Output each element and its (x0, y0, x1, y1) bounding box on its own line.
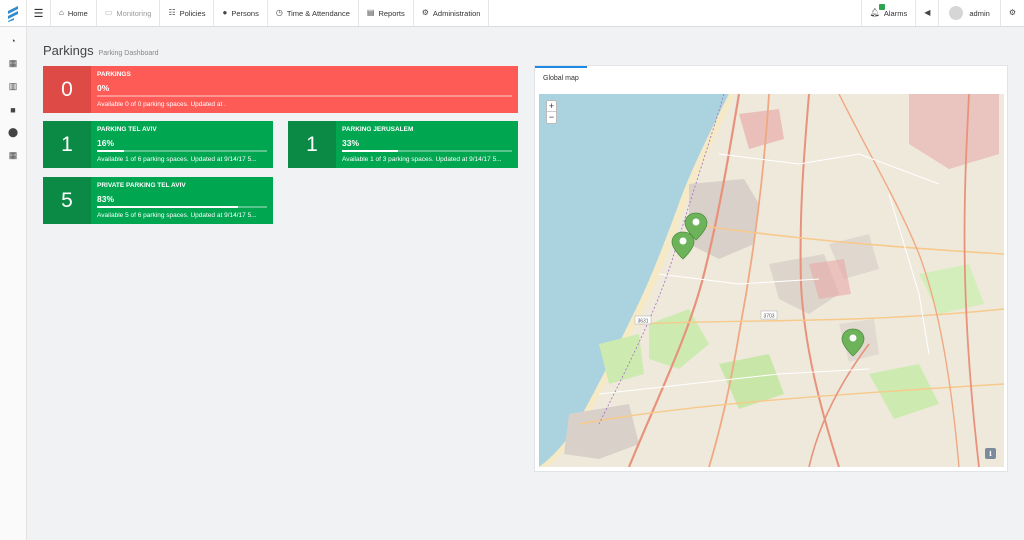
tile-body: PARKING TEL AVIV 16% Available 1 of 6 pa… (91, 121, 273, 168)
nav-administration-label: Administration (432, 8, 481, 18)
parking-tile-jerusalem[interactable]: 1 PARKING JERUSALEM 33% Available 1 of 3… (288, 121, 518, 168)
grid-icon: ▦ (8, 150, 18, 160)
left-sidebar: ◔ ▦ ▥ ■ ⬤ ▦ (0, 27, 27, 540)
hamburger-menu-button[interactable]: ☰ (27, 0, 51, 26)
nav-time-attendance-label: Time & Attendance (286, 8, 350, 18)
map-icon: ▥ (8, 81, 18, 91)
nav-reports-label: Reports (378, 8, 405, 18)
tile-progress-bar (97, 95, 512, 97)
nav-monitoring[interactable]: ▭ Monitoring (97, 0, 161, 26)
tile-description: Available 1 of 3 parking spaces. Updated… (342, 156, 502, 163)
page-subtitle: Parking Dashboard (98, 50, 159, 57)
app-logo[interactable] (0, 0, 27, 27)
announcements-button[interactable]: ◀ (915, 0, 938, 26)
tile-description: Available 1 of 6 parking spaces. Updated… (97, 156, 257, 163)
tile-title: PARKING JERUSALEM (342, 126, 414, 133)
map-info-button[interactable]: i (985, 448, 996, 459)
sidebar-item-location[interactable]: ⬤ (0, 121, 26, 144)
cogs-icon: ⚙ (1008, 8, 1016, 17)
sidebar-item-floorplan[interactable]: ▦ (0, 52, 26, 75)
tile-description: Available 0 of 0 parking spaces. Updated… (97, 101, 226, 108)
sidebar-item-dashboard[interactable]: ◔ (0, 29, 26, 52)
gear-icon: ⚙ (421, 8, 429, 17)
dashboard-icon: ◔ (10, 35, 16, 46)
tile-body: PRIVATE PARKING TEL AVIV 83% Available 5… (91, 177, 273, 224)
sidebar-item-grid[interactable]: ▦ (0, 144, 26, 167)
menu-icon: ☰ (33, 7, 44, 20)
tab-global-map[interactable]: Global map (535, 66, 587, 87)
tile-percent: 16% (97, 138, 115, 148)
logo-icon (8, 5, 18, 22)
nav-policies[interactable]: ☷ Policies (160, 0, 215, 26)
tile-count: 5 (43, 177, 91, 224)
tile-title: PARKING TEL AVIV (97, 126, 157, 133)
map-tiles[interactable]: 3631 3703 (539, 94, 1004, 467)
tile-title: PRIVATE PARKING TEL AVIV (97, 182, 186, 189)
sidebar-item-map[interactable]: ▥ (0, 75, 26, 98)
tile-progress-bar (97, 206, 267, 208)
tile-progress-fill (342, 150, 399, 152)
tile-progress-fill (97, 206, 239, 208)
tile-percent: 83% (97, 194, 115, 204)
zoom-in-button[interactable]: + (547, 101, 556, 112)
tile-body: PARKINGS 0% Available 0 of 0 parking spa… (91, 66, 518, 113)
alarms-label: Alarms (883, 8, 908, 18)
page-header: Parkings Parking Dashboard (43, 43, 159, 58)
settings-button[interactable]: ⚙ (999, 0, 1024, 26)
road-label: 3703 (763, 314, 774, 320)
user-name: admin (969, 8, 990, 18)
nav-persons-label: Persons (231, 8, 259, 18)
top-navbar: ☰ ⌂ Home ▭ Monitoring ☷ Policies ● Perso… (0, 0, 1024, 27)
user-menu[interactable]: admin (938, 0, 999, 26)
parking-tile-all[interactable]: 0 PARKINGS 0% Available 0 of 0 parking s… (43, 66, 518, 113)
report-icon: ▤ (366, 8, 375, 17)
nav-persons[interactable]: ● Persons (214, 0, 268, 26)
page-title: Parkings (43, 43, 94, 58)
monitor-icon: ▭ (104, 8, 113, 17)
avatar (949, 6, 964, 20)
tile-percent: 33% (342, 138, 360, 148)
tile-progress-bar (342, 150, 512, 152)
tile-title: PARKINGS (97, 71, 131, 78)
nav-monitoring-label: Monitoring (116, 8, 152, 18)
alarm-badge (878, 4, 885, 10)
home-icon: ⌂ (59, 8, 64, 17)
parking-tile-tel-aviv[interactable]: 1 PARKING TEL AVIV 16% Available 1 of 6 … (43, 121, 273, 168)
nav-time-attendance[interactable]: ◷ Time & Attendance (268, 0, 359, 26)
floorplan-icon: ▦ (8, 58, 18, 68)
alarms-button[interactable]: 🔔︎ Alarms (860, 0, 916, 26)
global-map-panel: Global map 3631 3703 + − i (534, 65, 1008, 472)
clock-icon: ◷ (275, 8, 283, 17)
parking-tile-private-tel-aviv[interactable]: 5 PRIVATE PARKING TEL AVIV 83% Available… (43, 177, 273, 224)
tile-progress-fill (97, 150, 125, 152)
megaphone-icon: ◀ (924, 8, 931, 17)
camera-icon: ■ (10, 104, 16, 115)
location-icon: ⬤ (7, 127, 19, 137)
map-view[interactable]: 3631 3703 + − i (539, 94, 1004, 467)
tile-body: PARKING JERUSALEM 33% Available 1 of 3 p… (336, 121, 518, 168)
sidebar-item-camera[interactable]: ■ (0, 98, 26, 121)
sliders-icon: ☷ (168, 8, 176, 17)
tile-percent: 0% (97, 83, 110, 93)
user-icon: ● (222, 8, 228, 17)
zoom-control: + − (546, 100, 557, 124)
bell-icon: 🔔︎ (870, 4, 885, 17)
tile-description: Available 5 of 6 parking spaces. Updated… (97, 212, 257, 219)
tile-progress-bar (97, 150, 267, 152)
nav-home-label: Home (67, 8, 88, 18)
zoom-out-button[interactable]: − (547, 112, 556, 123)
tile-count: 0 (43, 66, 91, 113)
nav-policies-label: Policies (179, 8, 206, 18)
nav-administration[interactable]: ⚙ Administration (414, 0, 490, 26)
nav-home[interactable]: ⌂ Home (51, 0, 97, 26)
tile-count: 1 (288, 121, 336, 168)
tile-count: 1 (43, 121, 91, 168)
road-label: 3631 (637, 319, 648, 325)
nav-reports[interactable]: ▤ Reports (359, 0, 414, 26)
